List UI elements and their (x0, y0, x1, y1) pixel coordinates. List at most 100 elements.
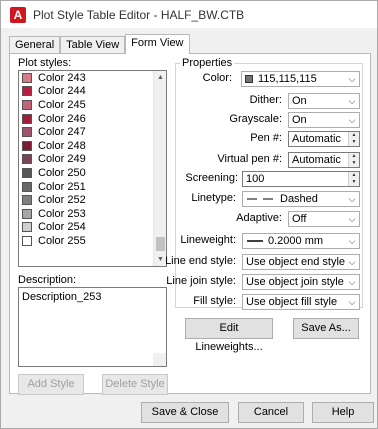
plot-style-swatch (22, 140, 32, 151)
plot-style-label: Color 245 (38, 98, 86, 111)
grayscale-dropdown[interactable]: On ⌵ (288, 112, 360, 128)
plot-style-label: Color 253 (38, 207, 86, 220)
cancel-button[interactable]: Cancel (238, 402, 304, 423)
line-join-style-label: Line join style: (166, 275, 236, 287)
tab-general[interactable]: General (9, 36, 61, 53)
line-join-style-value: Use object join style (246, 276, 344, 288)
grayscale-label: Grayscale: (229, 113, 282, 125)
spin-up-icon[interactable]: ▲ (349, 132, 359, 139)
save-as-button[interactable]: Save As... (293, 318, 359, 339)
plot-style-item[interactable]: Color 248 (19, 139, 166, 153)
lineweight-dropdown[interactable]: 0.2000 mm ⌵ (242, 233, 360, 249)
line-join-style-dropdown[interactable]: Use object join style ⌵ (242, 274, 360, 290)
screening-spinner[interactable]: 100 ▲ ▼ (242, 171, 360, 187)
plot-style-label: Color 249 (38, 153, 86, 166)
virtual-pen-updown[interactable]: ▲ ▼ (348, 153, 359, 167)
form-view-panel: Plot styles: Color 243 Color 244 Color 245… (9, 53, 371, 395)
plot-style-label: Color 251 (38, 180, 86, 193)
spin-up-icon[interactable]: ▲ (349, 172, 359, 179)
plot-style-swatch (22, 181, 32, 192)
tab-table-view[interactable]: Table View (60, 36, 126, 53)
plot-style-swatch (22, 86, 32, 97)
scroll-thumb[interactable] (156, 237, 165, 251)
resize-corner (153, 353, 166, 366)
adaptive-value: Off (292, 213, 307, 225)
spin-up-icon[interactable]: ▲ (349, 153, 359, 160)
virtual-pen-value: Automatic (292, 154, 341, 166)
plot-style-label: Color 248 (38, 139, 86, 152)
add-style-button[interactable]: Add Style (18, 374, 84, 395)
plot-style-swatch (22, 127, 32, 138)
plot-style-swatch (22, 167, 32, 178)
plot-style-item[interactable]: Color 251 (19, 180, 166, 194)
chevron-down-icon: ⌵ (348, 236, 356, 246)
plot-style-item[interactable]: Color 247 (19, 125, 166, 139)
plot-styles-label: Plot styles: (18, 57, 72, 69)
plot-style-label: Color 243 (38, 71, 86, 84)
description-field[interactable]: Description_253 (18, 287, 167, 367)
color-dropdown[interactable]: 115,115,115 ⌵ (241, 71, 360, 87)
plot-style-table-editor-window: A Plot Style Table Editor - HALF_BW.CTB … (0, 0, 378, 429)
edit-lineweights-button[interactable]: Edit Lineweights... (185, 318, 273, 353)
plot-style-item[interactable]: Color 249 (19, 153, 166, 167)
chevron-down-icon: ⌵ (348, 277, 356, 287)
color-label: Color: (202, 72, 232, 84)
dither-label: Dither: (249, 94, 282, 106)
adaptive-label: Adaptive: (236, 212, 282, 224)
chevron-down-icon: ⌵ (348, 257, 356, 267)
description-value: Description_253 (22, 291, 102, 303)
title-bar[interactable]: A Plot Style Table Editor - HALF_BW.CTB (1, 1, 377, 28)
scroll-up-arrow-icon[interactable]: ▲ (154, 71, 166, 84)
pen-number-updown[interactable]: ▲ ▼ (348, 132, 359, 146)
chevron-down-icon: ⌵ (348, 214, 356, 224)
plot-style-item[interactable]: Color 255 (19, 234, 166, 248)
screening-label: Screening: (185, 172, 238, 184)
plot-style-item[interactable]: Color 254 (19, 221, 166, 235)
tab-form-view[interactable]: Form View (125, 34, 190, 54)
properties-group: Properties Color: 115,115,115 ⌵ Dither: … (165, 57, 363, 310)
color-value: 115,115,115 (258, 73, 317, 85)
spin-down-icon[interactable]: ▼ (349, 160, 359, 167)
plot-style-swatch (22, 72, 32, 83)
plot-style-item[interactable]: Color 250 (19, 166, 166, 180)
plot-style-label: Color 250 (38, 166, 86, 179)
linetype-label: Linetype: (191, 192, 236, 204)
adaptive-dropdown[interactable]: Off ⌵ (288, 211, 360, 227)
fill-style-dropdown[interactable]: Use object fill style ⌵ (242, 294, 360, 310)
plot-style-swatch (22, 113, 32, 124)
save-and-close-button[interactable]: Save & Close (141, 402, 229, 423)
plot-style-item[interactable]: Color 253 (19, 207, 166, 221)
window-title: Plot Style Table Editor - HALF_BW.CTB (33, 7, 245, 22)
pen-number-label: Pen #: (250, 132, 282, 144)
lineweight-line-icon (247, 240, 263, 242)
plot-style-item[interactable]: Color 243 (19, 71, 166, 85)
pen-number-spinner[interactable]: Automatic ▲ ▼ (288, 131, 360, 147)
plot-style-label: Color 247 (38, 126, 86, 139)
plot-style-item[interactable]: Color 252 (19, 193, 166, 207)
plot-style-item[interactable]: Color 245 (19, 98, 166, 112)
plot-style-label: Color 255 (38, 234, 86, 247)
line-end-style-dropdown[interactable]: Use object end style ⌵ (242, 254, 360, 270)
help-button[interactable]: Help (312, 402, 374, 423)
screening-updown[interactable]: ▲ ▼ (348, 172, 359, 186)
spin-down-icon[interactable]: ▼ (349, 139, 359, 146)
spin-down-icon[interactable]: ▼ (349, 179, 359, 186)
linetype-dropdown[interactable]: Dashed ⌵ (242, 191, 360, 207)
linetype-value: Dashed (280, 193, 318, 205)
dither-dropdown[interactable]: On ⌵ (288, 93, 360, 109)
tab-strip: General Table View Form View (9, 34, 190, 54)
virtual-pen-label: Virtual pen #: (217, 153, 282, 165)
grayscale-value: On (292, 114, 307, 126)
plot-styles-scrollbar[interactable]: ▲ ▼ (153, 71, 166, 266)
plot-style-swatch (22, 195, 32, 206)
pen-number-value: Automatic (292, 133, 341, 145)
chevron-down-icon: ⌵ (348, 297, 356, 307)
plot-style-item[interactable]: Color 246 (19, 112, 166, 126)
plot-styles-list[interactable]: Color 243 Color 244 Color 245 Color 246 Colo… (18, 70, 167, 267)
properties-legend: Properties (180, 57, 235, 69)
virtual-pen-spinner[interactable]: Automatic ▲ ▼ (288, 152, 360, 168)
lineweight-value: 0.2000 mm (268, 235, 324, 247)
chevron-down-icon: ⌵ (348, 194, 356, 204)
delete-style-button[interactable]: Delete Style (102, 374, 168, 395)
plot-style-item[interactable]: Color 244 (19, 85, 166, 99)
